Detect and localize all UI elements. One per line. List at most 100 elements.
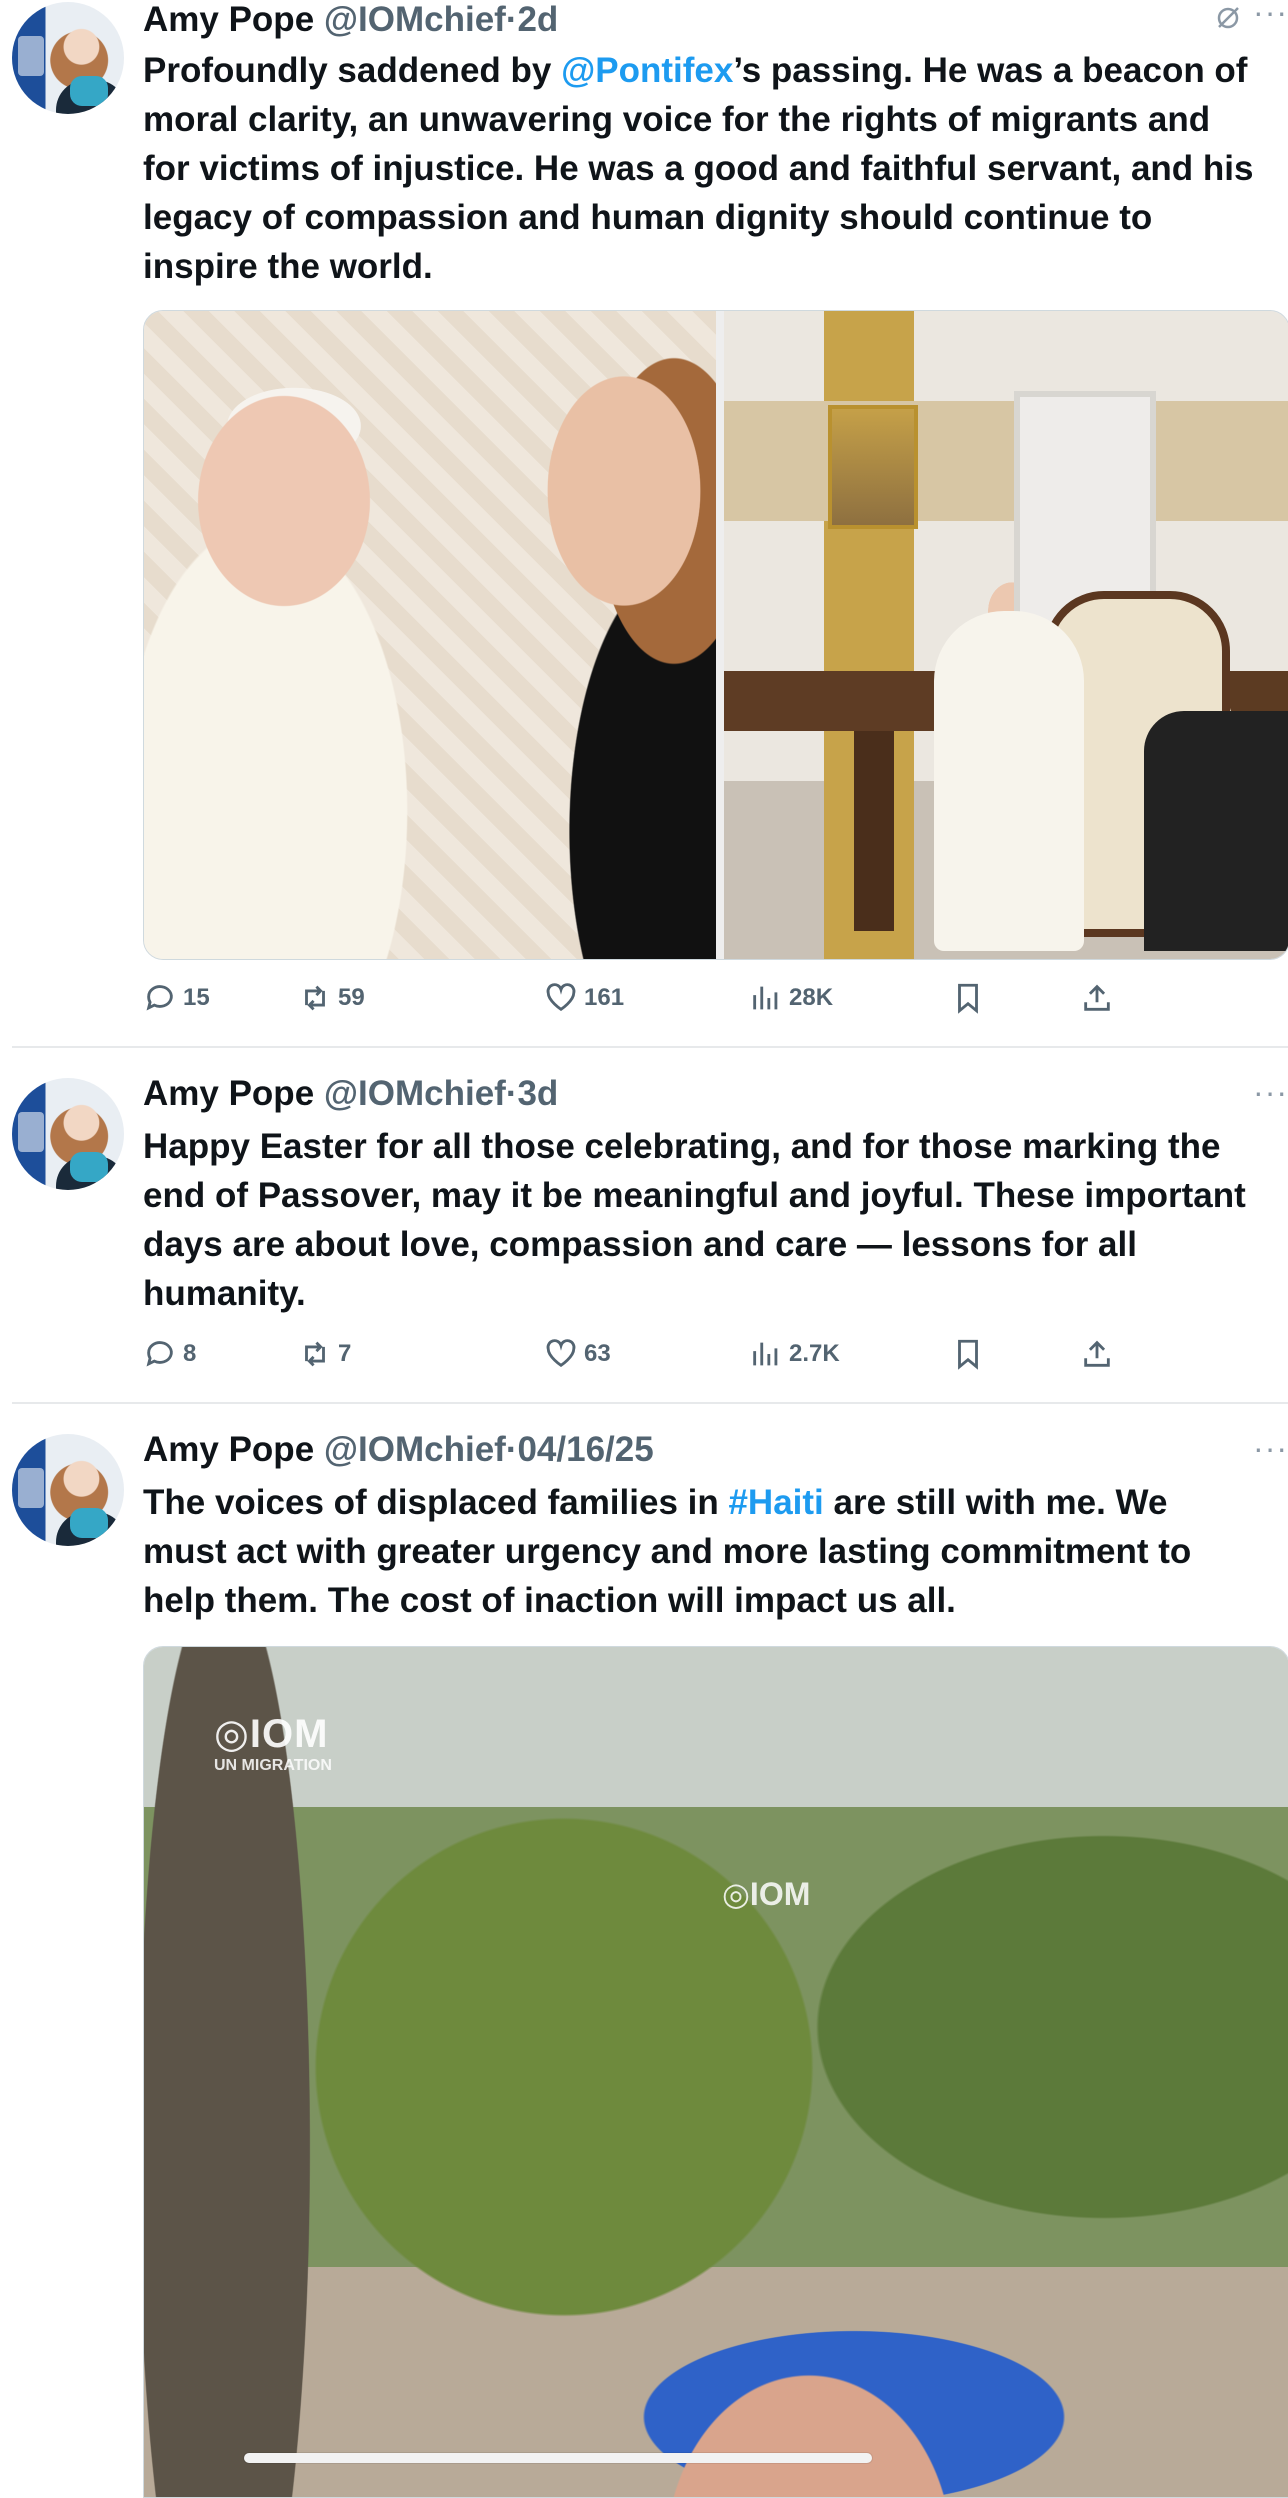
tweet-text-line: end of Passover, may it be meaningful an… xyxy=(143,1176,1246,1215)
mention-link[interactable]: @Pontifex xyxy=(561,51,733,90)
heart-icon xyxy=(546,1339,576,1368)
share-icon xyxy=(1084,984,1110,1011)
reply-button[interactable]: 15 xyxy=(143,973,210,1023)
more-icon[interactable]: ··· xyxy=(1253,1426,1288,1470)
tweet-text-line: inspire the world. xyxy=(143,247,433,286)
hashtag-link[interactable]: #Haiti xyxy=(728,1483,823,1522)
tweet-time[interactable]: 2d xyxy=(517,0,558,39)
tweet-3[interactable]: Amy Pope @IOMchief·04/16/25 ··· The voic… xyxy=(0,1404,1288,2498)
tweet-text: The voices of displaced families in #Hai… xyxy=(143,1478,1288,1625)
reply-count: 8 xyxy=(183,1340,197,1367)
tweet-1[interactable]: Amy Pope @IOMchief·2d ··· Profoundly sad… xyxy=(0,0,1288,1048)
video-player[interactable]: ◎IOM UN MIGRATION ◎IOM xyxy=(143,1646,1288,2498)
repost-count: 7 xyxy=(338,1340,352,1367)
cap-logo: ◎IOM xyxy=(722,1876,811,1912)
cap-logo-text: IOM xyxy=(749,1876,811,1912)
avatar[interactable] xyxy=(12,2,124,114)
tweet-text-line: The voices of displaced families in #Hai… xyxy=(143,1478,1288,1527)
bookmark-icon xyxy=(958,983,978,1014)
author-handle[interactable]: @IOMchief xyxy=(324,1430,506,1469)
tweet-text-line: for victims of injustice. He was a good … xyxy=(143,149,1254,188)
reply-icon xyxy=(146,1341,173,1367)
reply-button[interactable]: 8 xyxy=(143,1329,196,1379)
author-name[interactable]: Amy Pope xyxy=(143,1074,314,1113)
text-segment: are still with me. We xyxy=(823,1483,1168,1522)
photo-grid[interactable] xyxy=(143,310,1288,960)
views-button[interactable]: 2.7K xyxy=(749,1329,840,1379)
tweet-text-line: help them. The cost of inaction will imp… xyxy=(143,1581,956,1620)
text-segment: Profoundly saddened by xyxy=(143,51,562,90)
more-icon[interactable]: ··· xyxy=(1253,1070,1288,1114)
action-bar: 8 7 63 2.7K xyxy=(143,1329,1288,1379)
home-indicator[interactable] xyxy=(244,2453,872,2463)
tweet-text-line: humanity. xyxy=(143,1274,306,1313)
text-segment: The voices of displaced families in xyxy=(143,1483,729,1522)
avatar[interactable] xyxy=(12,1078,124,1190)
like-count: 63 xyxy=(584,1340,611,1367)
avatar-scarf xyxy=(70,1152,108,1182)
seated-figure xyxy=(934,611,1084,951)
camera xyxy=(1144,711,1288,951)
author-name[interactable]: Amy Pope xyxy=(143,0,314,39)
tweet-text-line: moral clarity, an unwavering voice for t… xyxy=(143,100,1211,139)
avatar-scarf xyxy=(70,1508,108,1538)
tweet-text-line: must act with greater urgency and more l… xyxy=(143,1532,1192,1571)
repost-button[interactable]: 7 xyxy=(298,1329,351,1379)
tweet-header: Amy Pope @IOMchief·3d xyxy=(143,1072,558,1116)
bookmark-button[interactable] xyxy=(951,973,991,1023)
share-icon xyxy=(1084,1340,1110,1367)
tweet-text-line: Happy Easter for all those celebrating, … xyxy=(143,1127,1221,1166)
iom-watermark-text: IOM xyxy=(249,1712,329,1756)
un-flag-background xyxy=(18,1468,44,1508)
views-icon xyxy=(753,986,778,1010)
author-name[interactable]: Amy Pope xyxy=(143,1430,314,1469)
tweet-text-line: days are about love, compassion and care… xyxy=(143,1225,1137,1264)
like-count: 161 xyxy=(584,984,625,1011)
separator-dot: · xyxy=(505,1074,518,1113)
views-count: 2.7K xyxy=(789,1340,840,1367)
like-button[interactable]: 63 xyxy=(544,1329,611,1379)
desk-leg xyxy=(854,731,894,931)
tweet-time[interactable]: 3d xyxy=(517,1074,558,1113)
bookmark-icon xyxy=(958,1339,978,1370)
repost-button[interactable]: 59 xyxy=(298,973,365,1023)
tweet-2[interactable]: Amy Pope @IOMchief·3d ··· Happy Easter f… xyxy=(0,1048,1288,1404)
un-flag-background xyxy=(18,36,44,76)
author-handle[interactable]: @IOMchief xyxy=(324,1074,506,1113)
tweet-header: Amy Pope @IOMchief·04/16/25 xyxy=(143,1428,654,1472)
repost-icon xyxy=(305,985,325,1011)
separator-dot: · xyxy=(505,0,518,39)
author-handle[interactable]: @IOMchief xyxy=(324,0,506,39)
views-count: 28K xyxy=(789,984,834,1011)
photo-handshake[interactable] xyxy=(144,311,716,959)
tweet-text-line: Profoundly saddened by @Pontifex’s passi… xyxy=(143,46,1288,95)
tweet-text-line: legacy of compassion and human dignity s… xyxy=(143,198,1153,237)
reply-icon xyxy=(146,985,173,1011)
iom-watermark: ◎IOM xyxy=(214,1712,329,1756)
separator-dot: · xyxy=(505,1430,518,1469)
reply-count: 15 xyxy=(183,984,210,1011)
avatar[interactable] xyxy=(12,1434,124,1546)
repost-count: 59 xyxy=(338,984,365,1011)
views-button[interactable]: 28K xyxy=(749,973,833,1023)
tweet-text: Happy Easter for all those celebrating, … xyxy=(143,1122,1288,1318)
more-icon[interactable]: ··· xyxy=(1253,0,1288,34)
photo-papal-office[interactable] xyxy=(724,311,1288,959)
tweet-time[interactable]: 04/16/25 xyxy=(517,1430,653,1469)
views-icon xyxy=(753,1342,778,1366)
bookmark-button[interactable] xyxy=(951,1329,991,1379)
action-bar: 15 59 161 28K xyxy=(143,973,1288,1023)
like-button[interactable]: 161 xyxy=(544,973,624,1023)
grok-icon[interactable] xyxy=(1214,4,1242,32)
tweet-header: Amy Pope @IOMchief·2d xyxy=(143,0,558,42)
painting xyxy=(828,405,918,529)
un-flag-background xyxy=(18,1112,44,1152)
share-button[interactable] xyxy=(1080,1329,1120,1379)
text-segment: ’s passing. He was a beacon of xyxy=(733,51,1248,90)
avatar-scarf xyxy=(70,76,108,106)
share-button[interactable] xyxy=(1080,973,1120,1023)
heart-icon xyxy=(546,983,576,1012)
iom-watermark-subtitle: UN MIGRATION xyxy=(214,1757,332,1774)
tweet-text: Profoundly saddened by @Pontifex’s passi… xyxy=(143,46,1288,291)
repost-icon xyxy=(305,1341,325,1367)
